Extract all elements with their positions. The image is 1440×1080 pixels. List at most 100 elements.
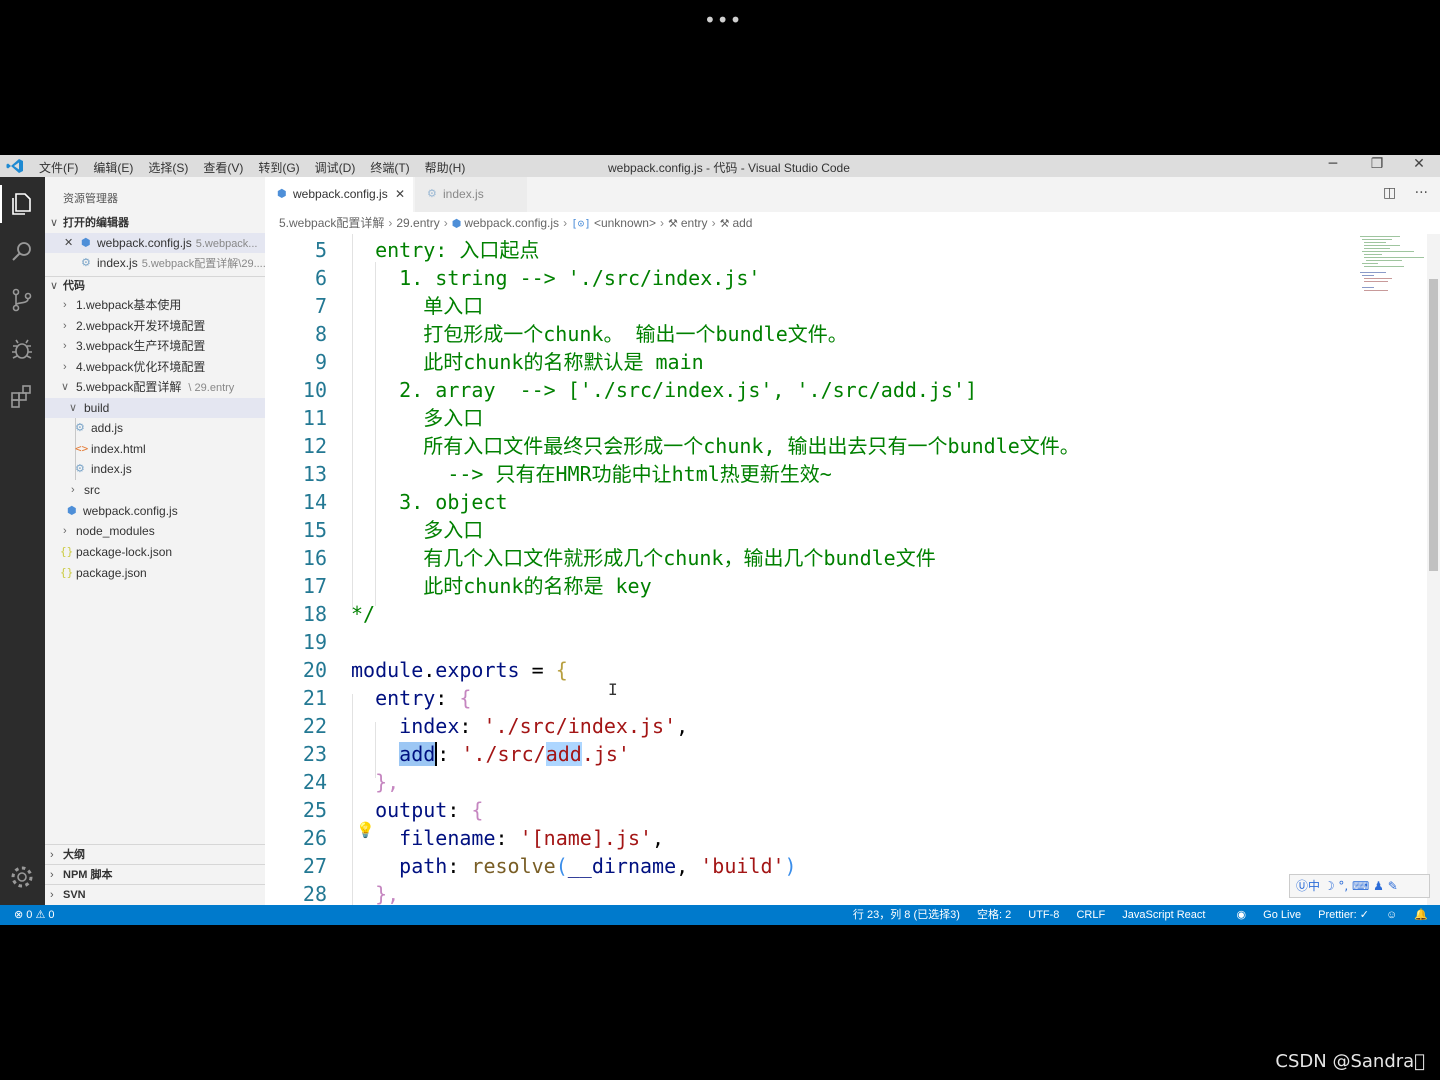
menu-go[interactable]: 转到(G)	[258, 159, 299, 176]
npm-scripts-section[interactable]: › NPM 脚本	[45, 864, 265, 884]
code-line: 19	[265, 628, 1365, 656]
chevron-down-icon: ∨	[50, 280, 59, 292]
more-actions-icon[interactable]: ···	[1415, 185, 1428, 201]
tree-folder[interactable]: › 4.webpack优化环境配置	[45, 357, 265, 377]
code-line: 14 3. object	[265, 488, 1365, 516]
outline-label: 大纲	[63, 849, 85, 861]
indentation[interactable]: 空格: 2	[977, 909, 1011, 921]
tree-folder[interactable]: ∨ 5.webpack配置详解 \ 29.entry	[45, 377, 265, 397]
ime-toolbar[interactable]: Ⓤ中 ☽ °, ⌨ ♟ ✎	[1289, 874, 1430, 898]
minimap-line	[1364, 245, 1400, 246]
tree-file[interactable]: <> index.html	[45, 439, 265, 459]
source-control-icon[interactable]	[7, 285, 37, 315]
minimap-line	[1364, 290, 1388, 291]
open-editor-path: 5.webpack配置详解\29....	[141, 258, 265, 270]
editor-tab-bar: ⬢ webpack.config.js ✕ ⚙ index.js ◫ ···	[265, 177, 1440, 212]
vertical-scrollbar[interactable]	[1427, 234, 1440, 905]
comment-text: 2. array --> ['./src/index.js', './src/a…	[351, 378, 978, 402]
tree-file[interactable]: ⚙ index.js	[45, 459, 265, 479]
menu-terminal[interactable]: 终端(T)	[370, 159, 409, 176]
comment-text: 3. object	[351, 490, 508, 514]
open-editor-path: 5.webpack...	[195, 238, 258, 250]
minimap-line	[1362, 263, 1378, 264]
minimap-line	[1364, 257, 1424, 258]
breadcrumb-item[interactable]: add	[732, 216, 752, 230]
breadcrumb-item[interactable]: entry	[681, 216, 708, 230]
lightbulb-icon[interactable]: 💡	[356, 821, 375, 839]
close-window-button[interactable]: ✕	[1404, 156, 1434, 176]
tree-file[interactable]: ⚙ add.js	[45, 418, 265, 438]
cursor-position[interactable]: 行 23，列 8 (已选择3)	[853, 909, 960, 921]
folder-label: 2.webpack开发环境配置	[76, 319, 206, 333]
menu-file[interactable]: 文件(F)	[39, 159, 78, 176]
chevron-right-icon: ›	[71, 484, 75, 496]
code-line: 28 },	[265, 880, 1365, 905]
line-ending[interactable]: CRLF	[1076, 909, 1105, 921]
code-token: output	[351, 798, 448, 822]
prettier-status[interactable]: Prettier: ✓	[1318, 909, 1369, 921]
tab-webpack-config[interactable]: ⬢ webpack.config.js ✕	[265, 177, 413, 212]
comment-text: 此时chunk的名称默认是 main	[351, 350, 704, 374]
split-editor-icon[interactable]: ◫	[1383, 185, 1396, 201]
tree-file[interactable]: ⬢ webpack.config.js	[45, 501, 265, 521]
tree-folder-build[interactable]: ∨ build	[45, 398, 265, 418]
extensions-icon[interactable]	[7, 382, 37, 412]
breadcrumb: 5.webpack配置详解 › 29.entry › ⬢ webpack.config.j…	[265, 212, 1440, 234]
chevron-right-icon: ›	[660, 216, 664, 230]
breadcrumb-item[interactable]: <unknown>	[594, 216, 656, 230]
breadcrumb-item[interactable]: 5.webpack配置详解	[279, 216, 384, 230]
breadcrumb-item[interactable]: 29.entry	[396, 216, 439, 230]
go-live-button[interactable]: ◉ Go Live	[1223, 909, 1302, 921]
tree-folder[interactable]: › src	[45, 480, 265, 500]
folder-label: 1.webpack基本使用	[76, 298, 182, 312]
breadcrumb-item[interactable]: webpack.config.js	[464, 216, 559, 230]
code-line: 5 entry: 入口起点	[265, 236, 1365, 264]
tree-folder[interactable]: › node_modules	[45, 521, 265, 541]
line-number: 12	[302, 434, 327, 458]
explorer-icon[interactable]	[7, 189, 37, 219]
code-token: ,	[676, 854, 701, 878]
menu-view[interactable]: 查看(V)	[203, 159, 243, 176]
close-icon[interactable]: ✕	[64, 233, 73, 253]
menu-selection[interactable]: 选择(S)	[148, 159, 188, 176]
svn-label: SVN	[63, 889, 86, 901]
open-editors-header[interactable]: ∨ 打开的编辑器	[45, 214, 265, 232]
tree-folder[interactable]: › 2.webpack开发环境配置	[45, 316, 265, 336]
close-icon[interactable]: ✕	[395, 177, 405, 212]
tab-label: webpack.config.js	[293, 187, 388, 201]
tree-file[interactable]: {} package-lock.json	[45, 542, 265, 562]
code-line: 15 多入口	[265, 516, 1365, 544]
comment-text: */	[351, 602, 376, 626]
problems-indicator[interactable]: ⊗ 0 ⚠ 0	[14, 905, 54, 925]
menu-help[interactable]: 帮助(H)	[425, 159, 466, 176]
tree-folder[interactable]: › 1.webpack基本使用	[45, 295, 265, 315]
minimize-button[interactable]: ─	[1318, 156, 1348, 176]
language-mode[interactable]: JavaScript React	[1122, 909, 1205, 921]
scrollbar-thumb[interactable]	[1429, 279, 1438, 571]
minimap[interactable]	[1355, 234, 1427, 294]
code-editor[interactable]: 5 entry: 入口起点 6 1. string --> './src/ind…	[265, 234, 1427, 905]
restore-button[interactable]: ❐	[1362, 156, 1392, 176]
debug-icon[interactable]	[7, 334, 37, 364]
workspace-header[interactable]: ∨ 代码	[45, 276, 265, 294]
html-file-icon: <>	[75, 442, 89, 455]
menu-edit[interactable]: 编辑(E)	[93, 159, 133, 176]
menu-debug[interactable]: 调试(D)	[315, 159, 356, 176]
svn-section[interactable]: › SVN	[45, 884, 265, 904]
open-editor-item[interactable]: ✕ ⬢ webpack.config.js 5.webpack...	[45, 233, 265, 253]
tab-index-js[interactable]: ⚙ index.js	[415, 177, 527, 212]
feedback-icon[interactable]: ☺	[1386, 909, 1397, 921]
settings-gear-icon[interactable]	[7, 862, 37, 892]
minimap-line	[1364, 248, 1390, 249]
open-editor-name: webpack.config.js	[97, 236, 192, 250]
tree-folder[interactable]: › 3.webpack生产环境配置	[45, 336, 265, 356]
minimap-line	[1364, 278, 1392, 279]
notifications-bell-icon[interactable]: 🔔	[1414, 909, 1428, 921]
outline-section[interactable]: › 大纲	[45, 844, 265, 864]
encoding[interactable]: UTF-8	[1028, 909, 1059, 921]
tree-file[interactable]: {} package.json	[45, 563, 265, 583]
chevron-right-icon: ›	[50, 849, 54, 861]
line-number: 24	[302, 770, 327, 794]
search-icon[interactable]	[7, 237, 37, 267]
open-editor-item[interactable]: ⚙ index.js 5.webpack配置详解\29....	[45, 253, 265, 273]
